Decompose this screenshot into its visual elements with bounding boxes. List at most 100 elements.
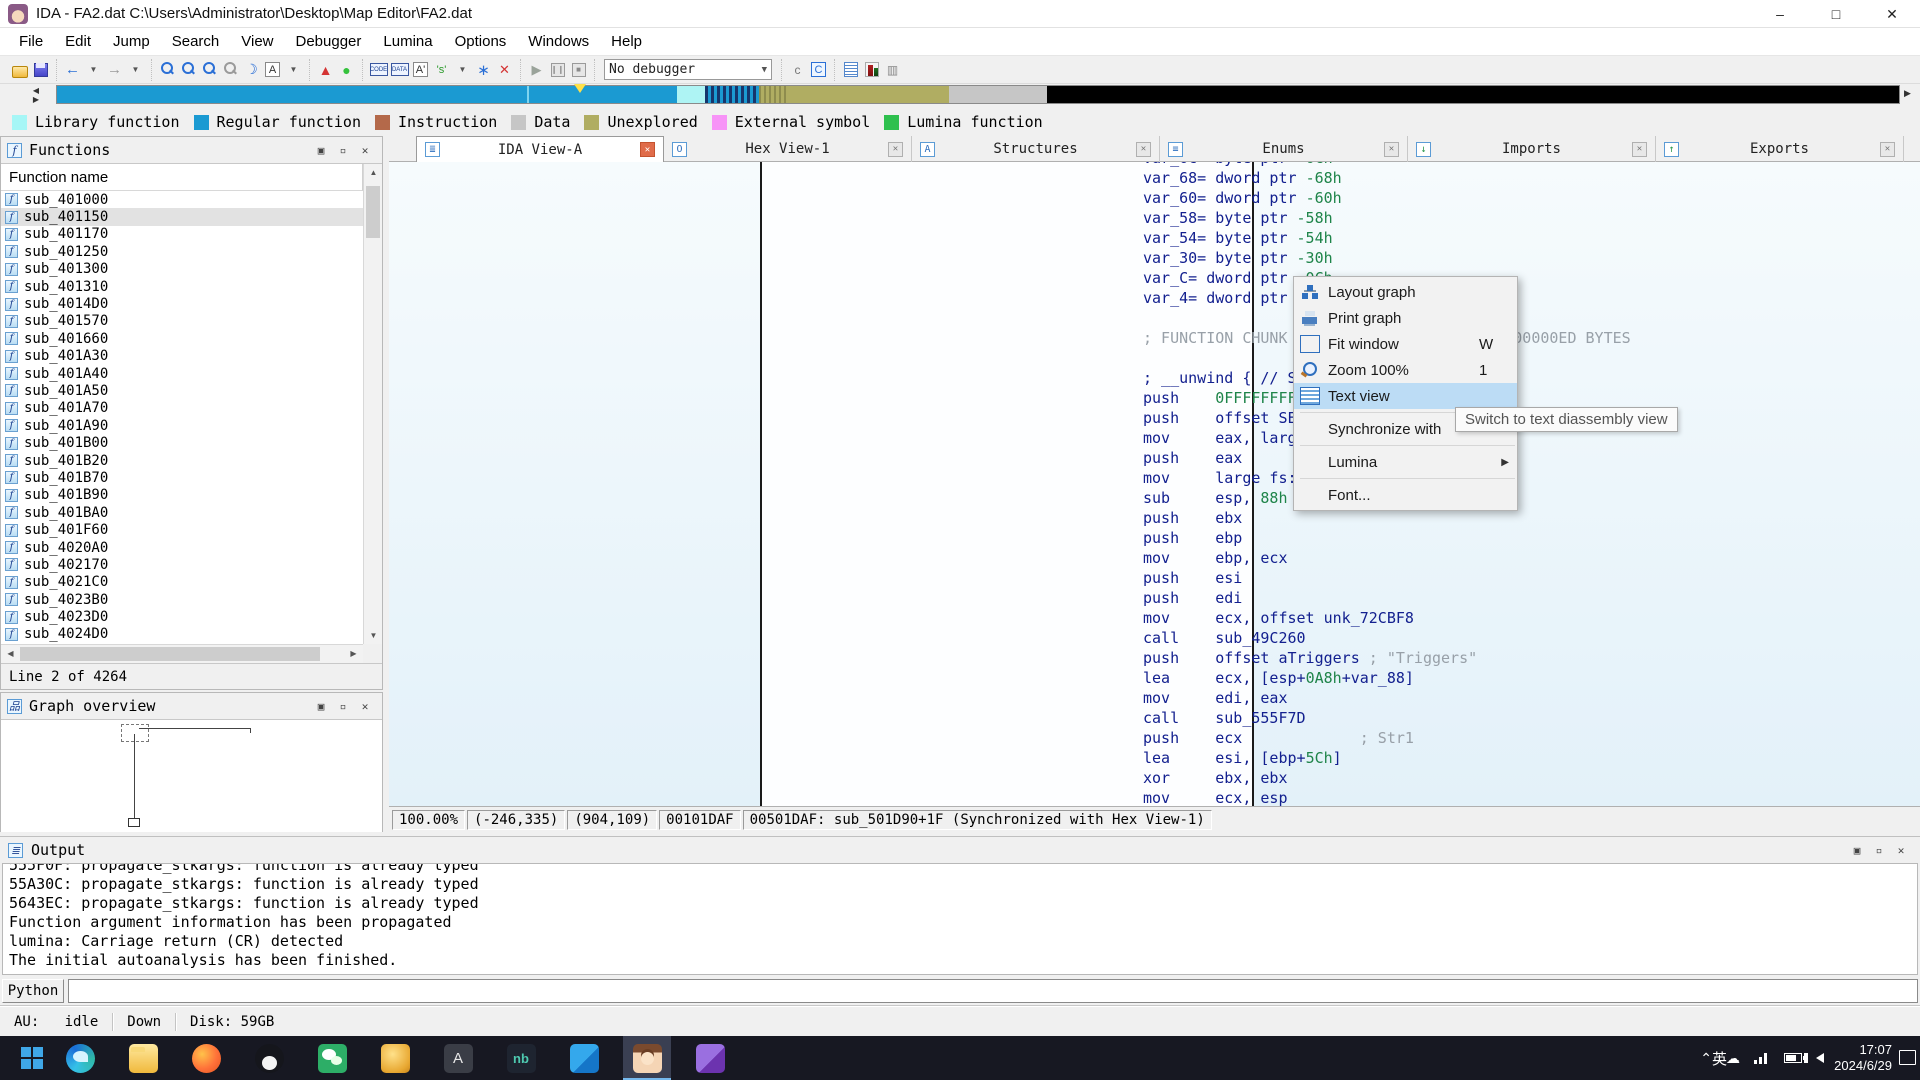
- tab-close-icon[interactable]: ✕: [640, 142, 655, 157]
- ascii-dropdown-icon[interactable]: ▼: [284, 60, 303, 79]
- firefox-taskbar-button[interactable]: [182, 1036, 230, 1080]
- close-button[interactable]: ✕: [1864, 0, 1920, 28]
- function-row[interactable]: fsub_401BA0: [1, 504, 363, 521]
- overview-float-button[interactable]: ▫: [332, 700, 354, 713]
- breakpoints-icon[interactable]: [862, 60, 881, 79]
- tab-close-icon[interactable]: ✕: [1880, 142, 1895, 157]
- dark-app-taskbar-button[interactable]: A: [434, 1036, 482, 1080]
- band-scroll-left-icon[interactable]: ◀▶: [28, 86, 44, 104]
- graph-overview-thumbnail[interactable]: [1, 720, 382, 832]
- debugger-select[interactable]: No debugger▼: [604, 59, 772, 80]
- patch-icon[interactable]: ∗: [474, 60, 493, 79]
- output-log[interactable]: 555F0F: propagate_stkargs: function is a…: [2, 863, 1918, 975]
- back-dropdown-icon[interactable]: ▼: [84, 60, 103, 79]
- rename-icon[interactable]: A': [411, 60, 430, 79]
- function-row[interactable]: fsub_401A40: [1, 365, 363, 382]
- menu-item-zoom-100-[interactable]: Zoom 100%1: [1294, 357, 1517, 383]
- make-string-icon[interactable]: 's': [432, 60, 451, 79]
- function-row[interactable]: fsub_401A30: [1, 348, 363, 365]
- graph-overview-titlebar[interactable]: 品 Graph overview ▣ ▫ ✕: [1, 693, 382, 720]
- function-row[interactable]: fsub_4021C0: [1, 574, 363, 591]
- python-selector-button[interactable]: Python: [2, 979, 64, 1003]
- menu-item-print-graph[interactable]: Print graph: [1294, 305, 1517, 331]
- tab-close-icon[interactable]: ✕: [888, 142, 903, 157]
- function-row[interactable]: fsub_401F60: [1, 521, 363, 538]
- problems-icon[interactable]: ▲: [316, 60, 335, 79]
- action-center-icon[interactable]: [1899, 1050, 1916, 1065]
- python-command-input[interactable]: [68, 979, 1918, 1003]
- overview-close-button[interactable]: ✕: [354, 700, 376, 713]
- back-icon[interactable]: ←: [63, 60, 82, 79]
- function-row[interactable]: fsub_4020A0: [1, 539, 363, 556]
- function-row[interactable]: fsub_401A90: [1, 417, 363, 434]
- taskbar-clock[interactable]: 17:07 2024/6/29: [1834, 1036, 1892, 1080]
- tab-ida-view-a[interactable]: ≣IDA View-A✕: [416, 136, 664, 162]
- battery-icon[interactable]: [1784, 1053, 1802, 1063]
- functions-close-button[interactable]: ✕: [354, 144, 376, 157]
- tab-imports[interactable]: ↓Imports✕: [1408, 136, 1656, 162]
- function-row[interactable]: fsub_401B90: [1, 487, 363, 504]
- function-row[interactable]: fsub_401000: [1, 191, 363, 208]
- function-list-vscrollbar[interactable]: ▲ ▼: [363, 164, 382, 644]
- overview-restore-button[interactable]: ▣: [310, 700, 332, 713]
- tab-exports[interactable]: ↑Exports✕: [1656, 136, 1904, 162]
- debug-stop-icon[interactable]: ■: [569, 60, 588, 79]
- function-row[interactable]: fsub_4023D0: [1, 608, 363, 625]
- debugger-attach-icon[interactable]: c: [788, 60, 807, 79]
- function-row[interactable]: fsub_401300: [1, 261, 363, 278]
- menu-item-options[interactable]: Options: [444, 29, 518, 54]
- start-button[interactable]: [8, 1036, 56, 1080]
- menu-item-jump[interactable]: Jump: [102, 29, 161, 54]
- tab-close-icon[interactable]: ✕: [1136, 142, 1151, 157]
- qq-taskbar-button[interactable]: [245, 1036, 293, 1080]
- menu-item-layout-graph[interactable]: Layout graph: [1294, 279, 1517, 305]
- search-text-icon[interactable]: [179, 60, 198, 79]
- function-row[interactable]: fsub_401170: [1, 226, 363, 243]
- function-row[interactable]: fsub_4024D0: [1, 626, 363, 643]
- tab-enums[interactable]: ≡Enums✕: [1160, 136, 1408, 162]
- functions-restore-button[interactable]: ▣: [310, 144, 332, 157]
- make-code-icon[interactable]: CODE: [369, 60, 388, 79]
- scroll-down-icon[interactable]: ▼: [364, 627, 383, 644]
- search-immediate-icon[interactable]: [158, 60, 177, 79]
- menu-item-fit-window[interactable]: Fit windowW: [1294, 331, 1517, 357]
- minimize-button[interactable]: –: [1752, 0, 1808, 28]
- function-row[interactable]: fsub_4014D0: [1, 295, 363, 312]
- undefine-icon[interactable]: ✕: [495, 60, 514, 79]
- gold-app-taskbar-button[interactable]: [371, 1036, 419, 1080]
- forward-icon[interactable]: →: [105, 60, 124, 79]
- tab-close-icon[interactable]: ✕: [1632, 142, 1647, 157]
- hscroll-thumb[interactable]: [20, 647, 320, 661]
- function-row[interactable]: fsub_401B70: [1, 469, 363, 486]
- navigation-band[interactable]: [56, 85, 1900, 104]
- function-list-hscrollbar[interactable]: ◀ ▶: [1, 644, 363, 663]
- make-data-icon[interactable]: DATA: [390, 60, 409, 79]
- function-name-column-header[interactable]: Function name: [1, 164, 363, 191]
- vscode-insiders-taskbar-button[interactable]: [686, 1036, 734, 1080]
- onedrive-cloud-icon[interactable]: ☁: [1726, 1050, 1740, 1067]
- menu-item-font-[interactable]: Font...: [1294, 482, 1517, 508]
- ida-view-a-graph[interactable]: var_6C= byte ptr -6Chvar_68= dword ptr -…: [389, 162, 1920, 806]
- scroll-left-icon[interactable]: ◀: [1, 645, 20, 662]
- menu-item-search[interactable]: Search: [161, 29, 231, 54]
- nb-app-taskbar-button[interactable]: nb: [497, 1036, 545, 1080]
- menu-item-windows[interactable]: Windows: [517, 29, 600, 54]
- tab-close-icon[interactable]: ✕: [1384, 142, 1399, 157]
- function-list[interactable]: fsub_401000fsub_401150fsub_401170fsub_40…: [1, 191, 363, 644]
- forward-dropdown-icon[interactable]: ▼: [126, 60, 145, 79]
- functions-float-button[interactable]: ▫: [332, 144, 354, 157]
- menu-item-debugger[interactable]: Debugger: [285, 29, 373, 54]
- save-icon[interactable]: [31, 60, 50, 79]
- edge-taskbar-button[interactable]: [56, 1036, 104, 1080]
- function-row[interactable]: fsub_401B00: [1, 434, 363, 451]
- function-row[interactable]: fsub_401A70: [1, 400, 363, 417]
- scroll-up-icon[interactable]: ▲: [364, 164, 383, 181]
- function-row[interactable]: fsub_401660: [1, 330, 363, 347]
- output-float-button[interactable]: ▫: [1868, 844, 1890, 857]
- search-next-icon[interactable]: [221, 60, 240, 79]
- input-language-indicator[interactable]: 英: [1712, 1036, 1727, 1080]
- string-dropdown-icon[interactable]: ▼: [453, 60, 472, 79]
- tracing-icon[interactable]: ▥: [883, 60, 902, 79]
- network-icon[interactable]: [1754, 1052, 1770, 1064]
- vscode-taskbar-button[interactable]: [560, 1036, 608, 1080]
